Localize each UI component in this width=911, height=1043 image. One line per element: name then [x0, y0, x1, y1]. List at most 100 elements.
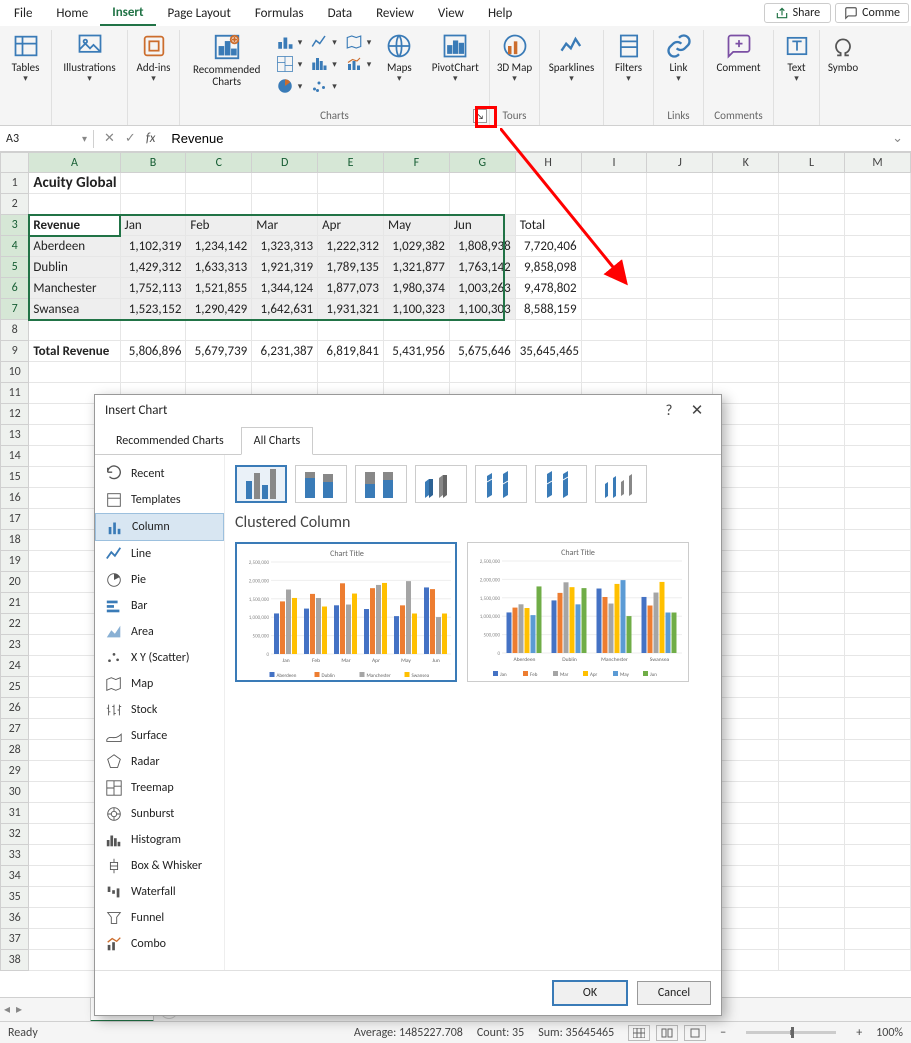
- ok-button[interactable]: OK: [553, 981, 627, 1005]
- subtype-clustered-column[interactable]: [235, 465, 287, 503]
- chart-type-sunburst[interactable]: Sunburst: [95, 801, 224, 827]
- cancel-button[interactable]: Cancel: [637, 981, 711, 1005]
- chart-type-templates[interactable]: Templates: [95, 487, 224, 513]
- pivotchart-icon: [441, 32, 469, 60]
- zoom-in-button[interactable]: +: [856, 1026, 862, 1040]
- chart-column-dropdown[interactable]: ▾: [274, 32, 305, 52]
- comments-button[interactable]: Comme: [835, 3, 909, 23]
- pivotchart-button[interactable]: PivotChart▾: [425, 30, 485, 86]
- chart-type-column[interactable]: Column: [95, 513, 224, 541]
- chart-combo-dropdown[interactable]: ▾: [343, 54, 374, 74]
- chart-preview-2[interactable]: Chart Title0500,0001,000,0001,500,0002,0…: [467, 542, 689, 682]
- formula-input[interactable]: [165, 129, 884, 148]
- menu-bar: File Home Insert Page Layout Formulas Da…: [0, 0, 911, 26]
- view-normal-button[interactable]: [628, 1025, 650, 1041]
- name-box[interactable]: A3▾: [0, 130, 94, 148]
- chart-type-map[interactable]: Map: [95, 671, 224, 697]
- chart-type-stock[interactable]: Stock: [95, 697, 224, 723]
- chart-type-surface[interactable]: Surface: [95, 723, 224, 749]
- recommended-charts-button[interactable]: Recommended Charts: [184, 30, 270, 90]
- globe3d-icon: [501, 32, 529, 60]
- subtype-3d-100stacked[interactable]: [535, 465, 587, 503]
- sparklines-button[interactable]: Sparklines▾: [542, 30, 602, 86]
- svg-text:May: May: [401, 658, 411, 664]
- chart-type-bar[interactable]: Bar: [95, 593, 224, 619]
- status-count: Count: 35: [477, 1026, 524, 1040]
- view-pagelayout-button[interactable]: [656, 1025, 678, 1041]
- link-button[interactable]: Link▾: [656, 30, 702, 86]
- svg-text:Feb: Feb: [530, 672, 538, 678]
- sheet-nav-prev[interactable]: ◂: [4, 1002, 10, 1017]
- dialog-tab-allcharts[interactable]: All Charts: [241, 427, 314, 455]
- subtype-3d-column[interactable]: [595, 465, 647, 503]
- svg-text:May: May: [620, 672, 630, 678]
- dialog-title: Insert Chart: [105, 403, 167, 418]
- menu-view[interactable]: View: [426, 2, 476, 25]
- slicer-icon: [615, 32, 643, 60]
- subtype-100stacked-column[interactable]: [355, 465, 407, 503]
- svg-text:2,000,000: 2,000,000: [249, 578, 270, 584]
- ribbon: Tables▾ Illustrations▾ Add-ins▾ Rec: [0, 26, 911, 126]
- view-pagebreak-button[interactable]: [684, 1025, 706, 1041]
- addins-button[interactable]: Add-ins▾: [131, 30, 177, 86]
- treemap-icon: [276, 55, 294, 73]
- menu-review[interactable]: Review: [364, 2, 426, 25]
- tables-button[interactable]: Tables▾: [2, 30, 50, 86]
- chart-type-area[interactable]: Area: [95, 619, 224, 645]
- zoom-out-button[interactable]: −: [720, 1026, 726, 1040]
- zoom-percent[interactable]: 100%: [876, 1026, 903, 1040]
- dialog-help-button[interactable]: ?: [655, 402, 683, 420]
- chart-hier-dropdown[interactable]: ▾: [274, 54, 305, 74]
- menu-file[interactable]: File: [2, 2, 44, 25]
- text-button[interactable]: Text▾: [776, 30, 818, 86]
- chart-type-box-whisker[interactable]: Box & Whisker: [95, 853, 224, 879]
- chart-type-treemap[interactable]: Treemap: [95, 775, 224, 801]
- menu-home[interactable]: Home: [44, 2, 100, 25]
- chart-type-histogram[interactable]: Histogram: [95, 827, 224, 853]
- chart-type-radar[interactable]: Radar: [95, 749, 224, 775]
- chart-preview-1[interactable]: Chart Title0500,0001,000,0001,500,0002,0…: [235, 542, 457, 682]
- charts-dialog-launcher[interactable]: ↘: [473, 109, 487, 123]
- chart-type-pie[interactable]: Pie: [95, 567, 224, 593]
- symbols-button[interactable]: Symbo: [822, 30, 864, 76]
- comment-button[interactable]: Comment: [707, 30, 771, 76]
- chart-map-dropdown[interactable]: ▾: [343, 32, 374, 52]
- enter-formula-icon[interactable]: ✓: [125, 131, 136, 146]
- svg-text:Apr: Apr: [372, 658, 380, 664]
- maps-button[interactable]: Maps▾: [377, 30, 421, 86]
- 3dmap-button[interactable]: 3D Map▾: [492, 30, 538, 86]
- formula-expand-icon[interactable]: ⌄: [884, 131, 911, 146]
- subtype-3d-clustered[interactable]: [415, 465, 467, 503]
- dialog-tab-recommended[interactable]: Recommended Charts: [103, 427, 237, 455]
- subtype-3d-stacked[interactable]: [475, 465, 527, 503]
- fx-icon[interactable]: fx: [146, 131, 156, 146]
- svg-text:Swansea: Swansea: [650, 657, 670, 663]
- chart-type-x-y-scatter-[interactable]: X Y (Scatter): [95, 645, 224, 671]
- svg-text:Manchester: Manchester: [601, 657, 628, 663]
- chart-type-recent[interactable]: Recent: [95, 461, 224, 487]
- sheet-nav-next[interactable]: ▸: [16, 1002, 22, 1017]
- chart-type-waterfall[interactable]: Waterfall: [95, 879, 224, 905]
- chart-type-funnel[interactable]: Funnel: [95, 905, 224, 931]
- filters-button[interactable]: Filters▾: [606, 30, 652, 86]
- share-button[interactable]: Share: [764, 3, 832, 23]
- svg-text:Apr: Apr: [590, 672, 598, 678]
- menu-formulas[interactable]: Formulas: [243, 2, 316, 25]
- illustrations-button[interactable]: Illustrations▾: [55, 30, 125, 86]
- chart-stat-dropdown[interactable]: ▾: [308, 54, 339, 74]
- cancel-formula-icon[interactable]: ✕: [104, 131, 115, 146]
- menu-insert[interactable]: Insert: [100, 1, 155, 26]
- zoom-slider[interactable]: [746, 1031, 836, 1034]
- menu-pagelayout[interactable]: Page Layout: [156, 2, 243, 25]
- chart-pie-dropdown[interactable]: ▾: [274, 76, 305, 96]
- chart-scatter-dropdown[interactable]: ▾: [308, 76, 339, 96]
- chart-line-dropdown[interactable]: ▾: [308, 32, 339, 52]
- subtype-stacked-column[interactable]: [295, 465, 347, 503]
- menu-data[interactable]: Data: [316, 2, 365, 25]
- chart-type-line[interactable]: Line: [95, 541, 224, 567]
- chart-type-combo[interactable]: Combo: [95, 931, 224, 957]
- dialog-close-button[interactable]: ✕: [683, 401, 711, 420]
- link-icon: [665, 32, 693, 60]
- svg-text:1,500,000: 1,500,000: [480, 596, 501, 602]
- menu-help[interactable]: Help: [476, 2, 524, 25]
